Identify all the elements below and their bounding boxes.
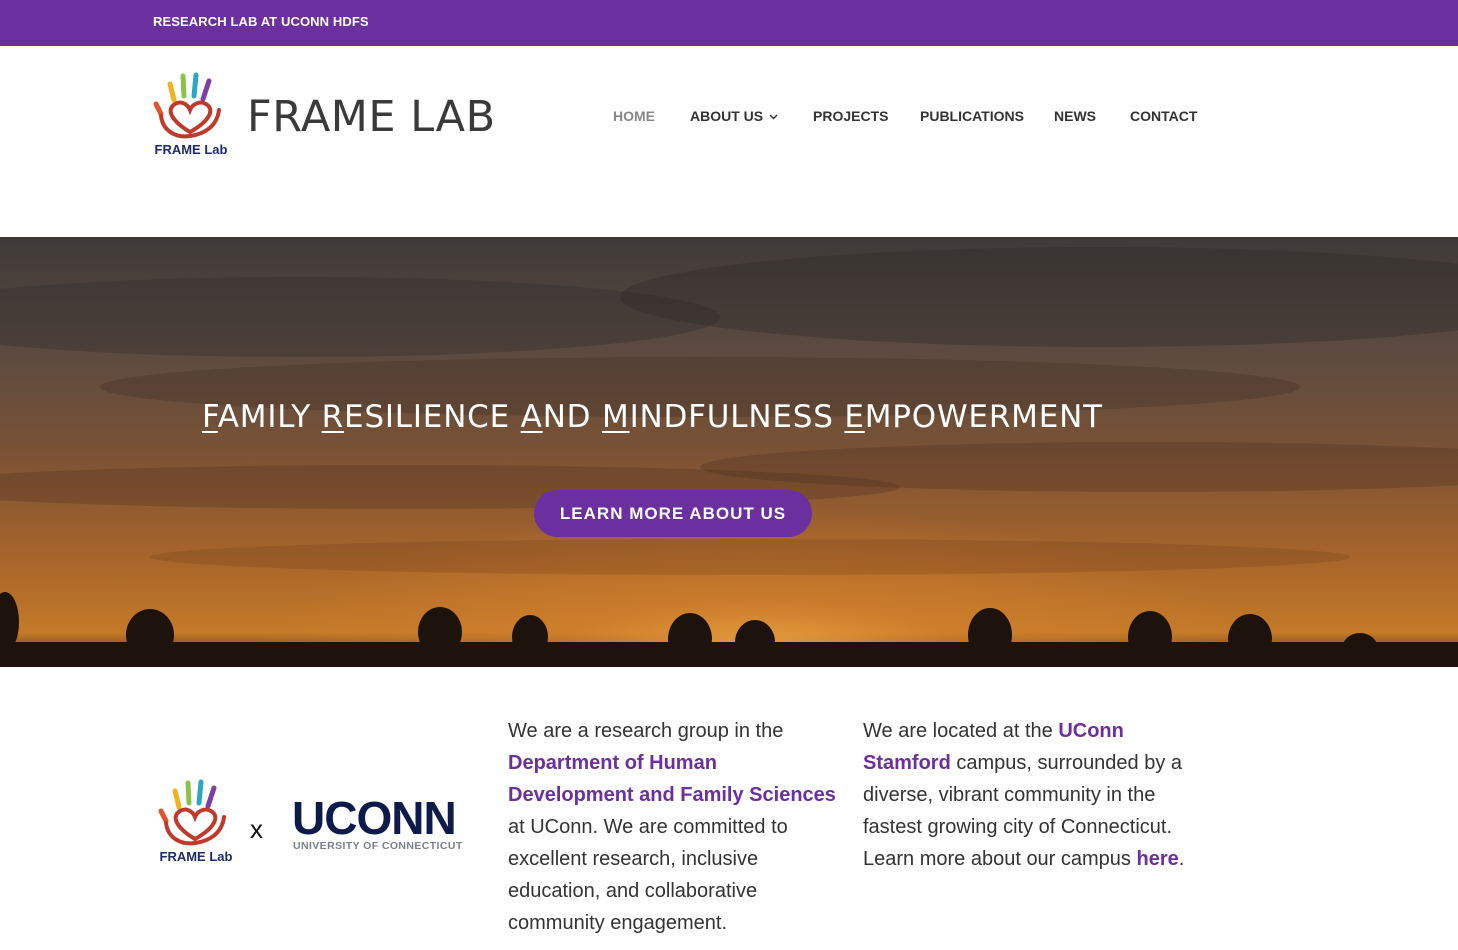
- nav-home[interactable]: HOME: [613, 108, 655, 124]
- nav-projects[interactable]: PROJECTS: [813, 108, 888, 124]
- hero-heading-cap: F: [202, 399, 218, 435]
- hdfs-department-link[interactable]: Department of Human Development and Fami…: [508, 752, 836, 806]
- frame-lab-partner-logo: FRAME Lab: [158, 779, 233, 864]
- top-bar: RESEARCH LAB AT UCONN HDFS: [0, 0, 1458, 46]
- intro-section: FRAME Lab x UCONN UNIVERSITY OF CONNECTI…: [0, 667, 1458, 950]
- hero-heading-cap: A: [520, 399, 543, 435]
- campus-here-link[interactable]: here: [1137, 848, 1179, 870]
- uconn-logo-subtitle: UNIVERSITY OF CONNECTICUT: [293, 840, 463, 852]
- main-nav: HOME ABOUT US PROJECTS PUBLICATIONS NEWS…: [0, 108, 1458, 128]
- hero-heading-rest: AMILY: [217, 399, 322, 435]
- hero-heading: FAMILY RESILIENCE AND MINDFULNESS EMPOWE…: [0, 399, 1346, 435]
- nav-news[interactable]: NEWS: [1054, 108, 1096, 124]
- hero-heading-cap: R: [321, 399, 344, 435]
- hero-heading-rest: INDFULNESS: [629, 399, 845, 435]
- hero-banner: FAMILY RESILIENCE AND MINDFULNESS EMPOWE…: [0, 237, 1458, 667]
- location-text: .: [1178, 848, 1185, 870]
- partner-logo-text: FRAME Lab: [160, 849, 233, 864]
- about-paragraph: We are a research group in the Departmen…: [508, 715, 843, 939]
- chevron-down-icon: [769, 114, 778, 120]
- site-header: FRAME Lab FRAME LAB HOME ABOUT US PROJEC…: [0, 46, 1458, 237]
- location-paragraph: We are located at the UConn Stamford cam…: [863, 715, 1193, 875]
- hero-background-image: [0, 237, 1458, 667]
- logo-text: FRAME Lab: [155, 142, 228, 157]
- nav-publications[interactable]: PUBLICATIONS: [920, 108, 1024, 124]
- hero-heading-rest: ESILIENCE: [343, 399, 521, 435]
- location-text: We are located at the: [863, 720, 1059, 742]
- uconn-logo-word: UCONN: [292, 792, 457, 844]
- about-text: We are a research group in the: [508, 720, 784, 742]
- top-bar-text: RESEARCH LAB AT UCONN HDFS: [153, 14, 369, 29]
- nav-about-us-label: ABOUT US: [690, 108, 764, 124]
- hero-heading-rest: MPOWERMENT: [864, 399, 1103, 435]
- learn-more-button[interactable]: LEARN MORE ABOUT US: [534, 490, 812, 537]
- nav-about-us[interactable]: ABOUT US: [690, 108, 778, 124]
- hero-heading-rest: ND: [542, 399, 603, 435]
- hero-heading-cap: M: [602, 399, 630, 435]
- hero-heading-cap: E: [844, 399, 865, 435]
- partner-separator: x: [250, 814, 263, 844]
- nav-contact[interactable]: CONTACT: [1130, 108, 1197, 124]
- about-text: at UConn. We are committed to excellent …: [508, 816, 788, 934]
